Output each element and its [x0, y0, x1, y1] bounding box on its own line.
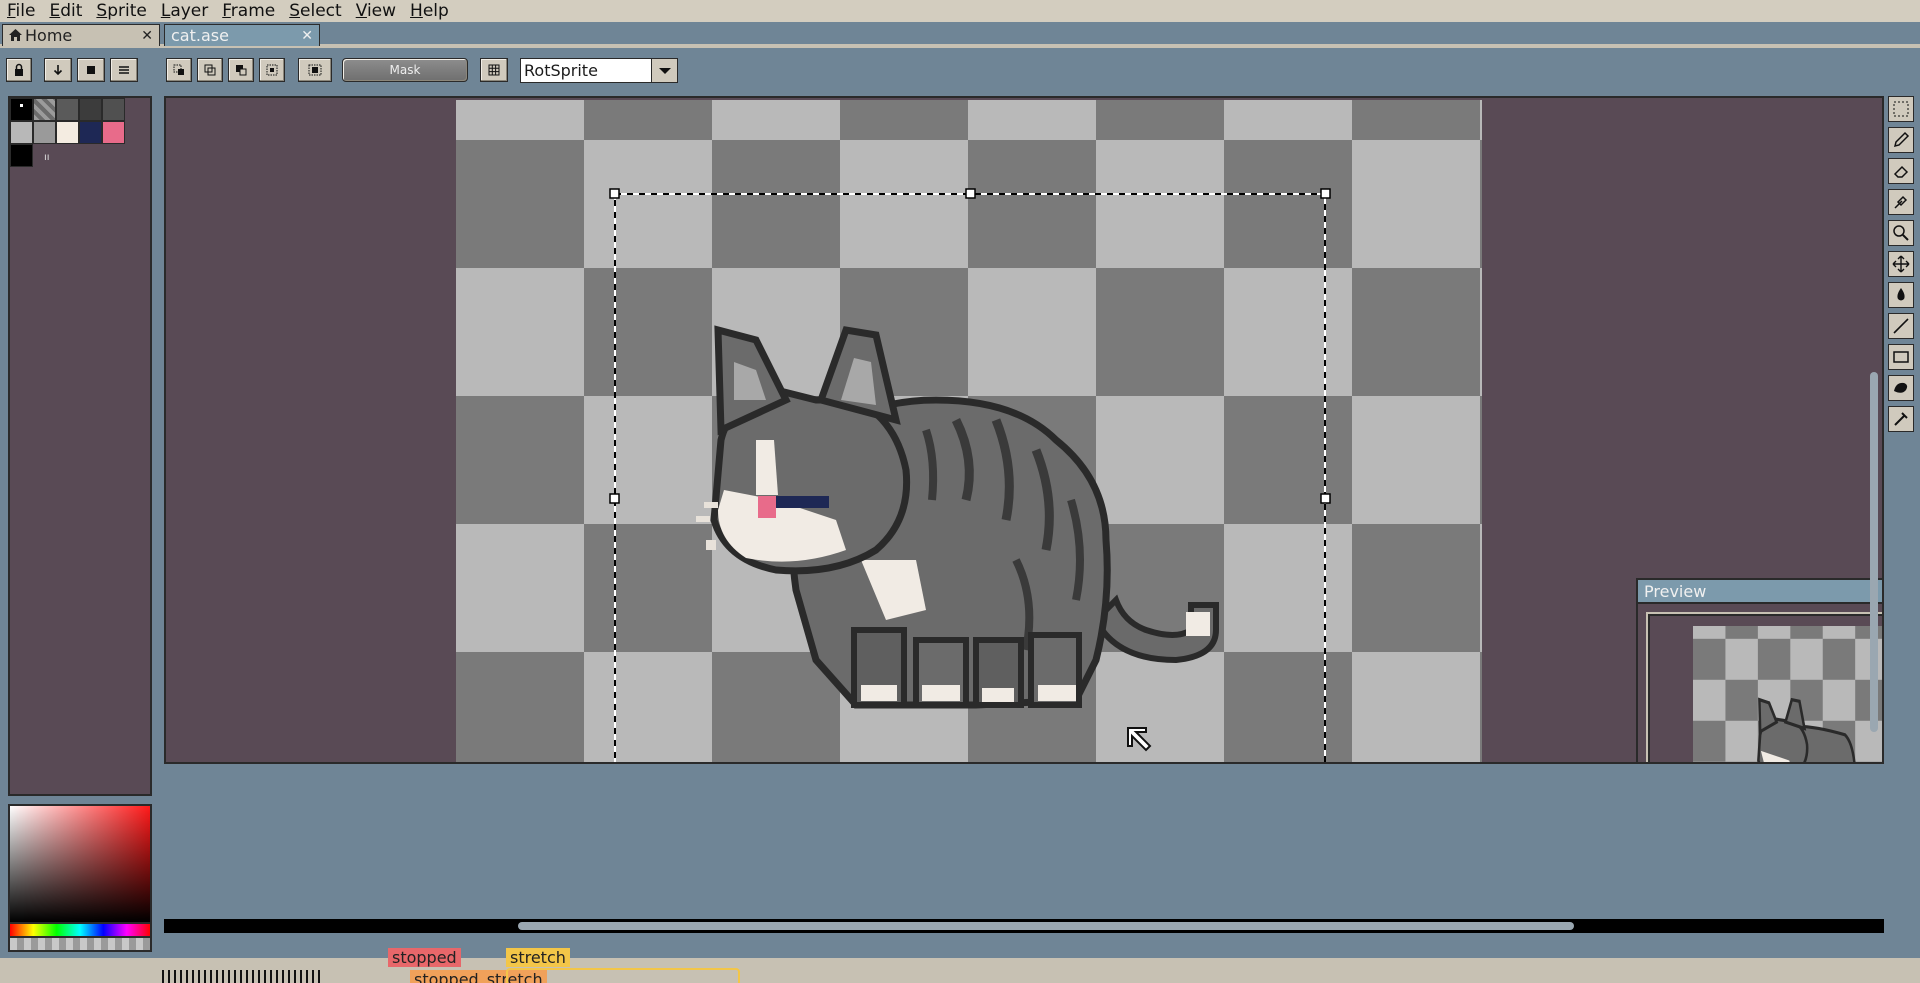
- pencil-tool-icon[interactable]: [1888, 127, 1914, 153]
- tab-bar: Home ✕ cat.ase ✕: [0, 22, 1920, 46]
- tag-range: [506, 968, 740, 983]
- rotation-algorithm-select[interactable]: RotSprite: [520, 58, 678, 83]
- preview-thumbnail: [1693, 626, 1882, 762]
- marquee-tool-icon[interactable]: [1888, 96, 1914, 122]
- palette-swatch[interactable]: [79, 98, 102, 121]
- tab-cat-ase[interactable]: cat.ase ✕: [164, 24, 320, 46]
- close-icon[interactable]: ✕: [301, 28, 313, 44]
- palette-swatch[interactable]: [10, 121, 33, 144]
- alpha-slider[interactable]: [8, 938, 152, 952]
- timeline-strip: stopped stretch stopped_stretch: [0, 948, 1920, 983]
- menu-edit[interactable]: Edit: [42, 1, 89, 21]
- palette-resize-handle[interactable]: ıı: [44, 152, 50, 163]
- palette-swatch[interactable]: [79, 121, 102, 144]
- eraser-tool-icon[interactable]: [1888, 158, 1914, 184]
- pivot-down-icon[interactable]: [44, 58, 72, 82]
- tab-cat-label: cat.ase: [171, 26, 229, 45]
- pivot-center-icon[interactable]: [77, 58, 105, 82]
- selection-add-icon[interactable]: [197, 58, 223, 82]
- palette-swatch[interactable]: [56, 98, 79, 121]
- tag-stopped[interactable]: stopped: [388, 948, 461, 967]
- palette-swatch[interactable]: [10, 144, 33, 167]
- resize-handle[interactable]: [609, 493, 620, 504]
- palette-swatch[interactable]: [56, 121, 79, 144]
- workspace: ıı Preview: [0, 92, 1920, 983]
- menu-view[interactable]: View: [349, 1, 403, 21]
- preview-title-bar[interactable]: Preview: [1638, 580, 1882, 604]
- move-tool-icon[interactable]: [1888, 251, 1914, 277]
- rectangle-tool-icon[interactable]: [1888, 344, 1914, 370]
- menu-select[interactable]: Select: [282, 1, 348, 21]
- preview-viewport: [1646, 612, 1882, 762]
- tab-home[interactable]: Home ✕: [2, 24, 160, 46]
- transparent-color-icon[interactable]: [298, 58, 332, 82]
- tag-stretch[interactable]: stretch: [506, 948, 570, 967]
- sprite-editor[interactable]: Preview ◈ ▶ ✕: [164, 96, 1884, 764]
- timeline-frames[interactable]: [162, 970, 322, 983]
- palette-panel: ıı: [8, 96, 152, 796]
- menu-sprite[interactable]: Sprite: [89, 1, 153, 21]
- close-icon[interactable]: ✕: [141, 28, 153, 44]
- selection-subtract-icon[interactable]: [228, 58, 254, 82]
- menu-help[interactable]: Help: [403, 1, 456, 21]
- paint-bucket-tool-icon[interactable]: [1888, 282, 1914, 308]
- blur-tool-icon[interactable]: [1888, 406, 1914, 432]
- rotation-algorithm-value: RotSprite: [524, 61, 598, 80]
- palette-swatch[interactable]: [102, 98, 125, 121]
- selection-intersect-icon[interactable]: [259, 58, 285, 82]
- palette-swatch[interactable]: [10, 98, 33, 121]
- menu-lines-icon[interactable]: [110, 58, 138, 82]
- resize-handle[interactable]: [609, 188, 620, 199]
- line-tool-icon[interactable]: [1888, 313, 1914, 339]
- selection-replace-icon[interactable]: [166, 58, 192, 82]
- home-icon: [9, 26, 22, 45]
- tab-home-label: Home: [25, 26, 73, 45]
- horizontal-scrollbar[interactable]: [164, 919, 1884, 933]
- menu-file[interactable]: File: [0, 1, 42, 21]
- zoom-tool-icon[interactable]: [1888, 220, 1914, 246]
- resize-handle[interactable]: [1320, 493, 1331, 504]
- mask-label: Mask: [389, 63, 421, 77]
- lock-icon[interactable]: [6, 58, 32, 82]
- tools-column: [1888, 96, 1916, 436]
- contour-tool-icon[interactable]: [1888, 375, 1914, 401]
- color-spectrum[interactable]: [8, 804, 152, 924]
- resize-handle[interactable]: [965, 188, 976, 199]
- horizontal-scrollbar-thumb[interactable]: [518, 922, 1574, 930]
- resize-handle[interactable]: [1320, 188, 1331, 199]
- context-toolbar: Mask RotSprite: [0, 48, 1920, 92]
- menu-layer[interactable]: Layer: [154, 1, 215, 21]
- sprite-canvas[interactable]: [456, 100, 1482, 764]
- chevron-down-icon[interactable]: [651, 59, 677, 82]
- preview-title: Preview: [1644, 582, 1707, 601]
- menu-frame[interactable]: Frame: [215, 1, 282, 21]
- mask-color-button[interactable]: Mask: [342, 58, 468, 82]
- menu-bar: File Edit Sprite Layer Frame Select View…: [0, 0, 1920, 22]
- vertical-scrollbar[interactable]: [1870, 372, 1878, 732]
- eyedropper-tool-icon[interactable]: [1888, 189, 1914, 215]
- preview-window[interactable]: Preview ◈ ▶ ✕: [1636, 578, 1882, 762]
- palette-swatch[interactable]: [102, 121, 125, 144]
- grid-icon[interactable]: [480, 58, 508, 82]
- palette-swatch[interactable]: [33, 98, 56, 121]
- palette-swatch[interactable]: [33, 121, 56, 144]
- hue-slider[interactable]: [8, 924, 152, 938]
